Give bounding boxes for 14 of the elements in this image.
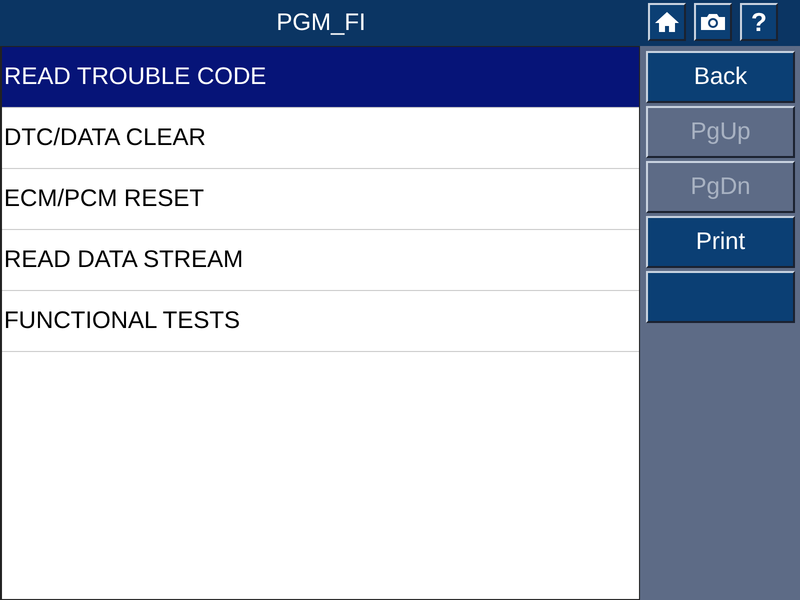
blank-button[interactable] <box>646 271 795 323</box>
help-button[interactable]: ? <box>740 3 778 41</box>
camera-button[interactable] <box>694 3 732 41</box>
menu-item[interactable]: DTC/DATA CLEAR <box>2 108 639 169</box>
side-button[interactable]: Print <box>646 216 795 268</box>
menu-item[interactable]: ECM/PCM RESET <box>2 169 639 230</box>
menu-item[interactable]: READ TROUBLE CODE <box>2 47 639 108</box>
menu-item[interactable]: READ DATA STREAM <box>2 230 639 291</box>
camera-icon <box>700 13 726 31</box>
home-button[interactable] <box>648 3 686 41</box>
home-icon <box>654 11 680 33</box>
side-button[interactable]: Back <box>646 51 795 103</box>
window-title: PGM_FI <box>275 8 367 38</box>
menu-item[interactable]: FUNCTIONAL TESTS <box>2 291 639 352</box>
